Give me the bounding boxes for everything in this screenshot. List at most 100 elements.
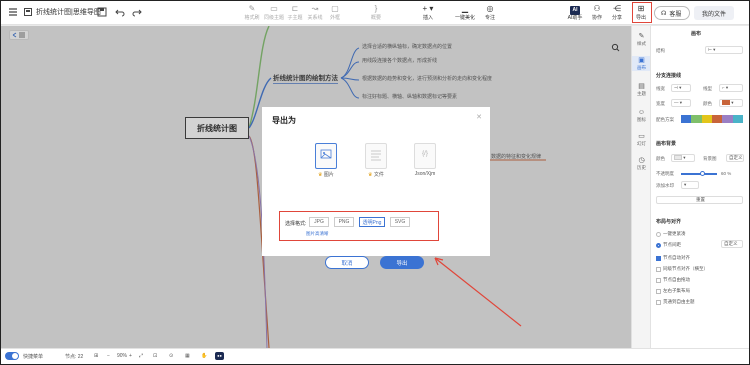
home-icon[interactable] bbox=[22, 6, 34, 18]
hd-image-link[interactable]: 图片高清晰 bbox=[306, 231, 329, 237]
layout-option-compact[interactable]: 一键更紧凑 bbox=[656, 231, 686, 237]
hand-icon[interactable]: ✋ bbox=[201, 353, 207, 359]
focus-tool[interactable]: ◎ 专注 bbox=[479, 4, 501, 21]
summary-tool[interactable]: } 概要 bbox=[365, 4, 387, 21]
bg-color-select[interactable]: ▾ bbox=[671, 154, 695, 162]
panel-header: 画布 bbox=[691, 31, 702, 37]
json-file-icon: {/} bbox=[414, 143, 436, 169]
relation-icon: ↝ bbox=[311, 4, 319, 13]
beautify-tool[interactable]: ▁ 一键美化 bbox=[453, 4, 477, 21]
watermark-label: 添加水印 bbox=[656, 183, 674, 188]
width-select[interactable]: — ▾ bbox=[671, 99, 691, 107]
format-png[interactable]: PNG bbox=[334, 217, 354, 227]
format-painter-tool[interactable]: ✎ 格式刷 bbox=[241, 4, 263, 21]
doc-title[interactable]: 折线统计图|思维导图 bbox=[36, 7, 101, 17]
opacity-slider-handle[interactable] bbox=[700, 171, 705, 176]
check-left-right-layout[interactable]: 左右子集布局 bbox=[656, 288, 690, 294]
format-transparent-png[interactable]: 透明Png bbox=[359, 217, 385, 227]
relation-line-tool[interactable]: ↝ 关系线 bbox=[304, 4, 326, 21]
watermark-toggle[interactable]: ▾ bbox=[681, 181, 699, 189]
reset-button[interactable]: 重置 bbox=[656, 196, 743, 204]
my-files-button[interactable]: 我的文件 bbox=[694, 6, 734, 20]
strip-slides[interactable]: ▭ 幻灯 bbox=[632, 132, 651, 147]
bottom-status-bar: 快捷菜单 节点: 22 ⊞ − 90% + ⤢ ⊡ ⊙ ▦ ✋ ●● bbox=[1, 348, 749, 364]
cancel-button[interactable]: 取消 bbox=[325, 256, 369, 269]
branch-style-select[interactable]: ⌐ ▾ bbox=[719, 84, 743, 92]
format-svg[interactable]: SVG bbox=[390, 217, 410, 227]
opacity-slider[interactable] bbox=[681, 173, 717, 175]
custom-bg-button[interactable]: 自定义 bbox=[726, 154, 744, 162]
export-option-json[interactable]: {/} Json/Xjm bbox=[410, 143, 440, 177]
summary-icon: } bbox=[374, 4, 378, 13]
bg-color-label: 颜色 bbox=[656, 156, 665, 161]
structure-icon: ⊢ ▾ bbox=[708, 47, 716, 52]
zoom-level[interactable]: 90% bbox=[117, 353, 127, 359]
export-option-file[interactable]: ♛ 文件 bbox=[361, 143, 391, 178]
center-icon[interactable]: ⊡ bbox=[153, 353, 157, 359]
strip-icons[interactable]: ☺ 图标 bbox=[632, 108, 651, 123]
node-count: 节点: 22 bbox=[65, 354, 84, 360]
color-swatch bbox=[722, 100, 730, 106]
shortcut-label: 快捷菜单 bbox=[23, 354, 44, 360]
scheme-label: 配色方案 bbox=[656, 117, 674, 122]
redo-icon[interactable] bbox=[131, 6, 143, 18]
tree-icon[interactable]: ⊞ bbox=[94, 353, 98, 359]
outer-frame-tool[interactable]: ▢ 外框 bbox=[324, 4, 346, 21]
map-icon[interactable]: ▦ bbox=[185, 353, 190, 359]
branch-width-select[interactable]: ⊣ ▾ bbox=[671, 84, 691, 92]
check-free-topic[interactable]: 贯通到自由主题 bbox=[656, 299, 695, 305]
sibling-icon: ▭ bbox=[270, 4, 278, 13]
share-icon: ⋲ bbox=[613, 4, 621, 13]
strip-theme[interactable]: ▤ 主题 bbox=[632, 82, 651, 97]
zoom-out-icon[interactable]: − bbox=[107, 353, 110, 359]
color-scheme-strip[interactable] bbox=[681, 115, 743, 123]
locate-icon[interactable]: ⊙ bbox=[169, 353, 173, 359]
frame-icon: ▢ bbox=[331, 4, 339, 13]
color-select[interactable]: ▾ bbox=[719, 99, 743, 107]
menu-icon[interactable] bbox=[7, 6, 19, 18]
smile-icon: ☺ bbox=[637, 109, 646, 116]
structure-select[interactable]: ⊢ ▾ bbox=[705, 46, 743, 54]
shortcut-toggle[interactable] bbox=[5, 352, 19, 360]
strip-canvas[interactable]: ▣ 画布 bbox=[632, 56, 651, 71]
assistant-bot-icon[interactable]: ●● bbox=[215, 352, 224, 360]
width-label: 宽度 bbox=[656, 101, 665, 106]
fit-screen-icon[interactable]: ⤢ bbox=[139, 353, 143, 359]
color-label: 颜色 bbox=[703, 101, 712, 106]
structure-label: 结构 bbox=[656, 48, 665, 53]
strip-history[interactable]: ◷ 历史 bbox=[632, 156, 651, 171]
export-dialog: 导出为 ✕ ♛ 图片 ♛ 文件 {/} Json/Xjm 选择格式: JPG P… bbox=[262, 107, 490, 269]
dialog-title: 导出为 bbox=[272, 116, 296, 125]
crown-icon: ♛ bbox=[318, 172, 323, 178]
document-file-icon bbox=[365, 143, 387, 169]
mindmap-canvas[interactable]: 折线统计图 折线统计图的绘制方法 选择合适的横纵轴标，确定数据点的位置 用线段连… bbox=[1, 26, 631, 348]
strip-style[interactable]: ✎ 样式 bbox=[632, 32, 651, 47]
sibling-topic-tool[interactable]: ▭ 同级主题 bbox=[263, 4, 285, 21]
subtopic-tool[interactable]: ⊏ 子主题 bbox=[284, 4, 306, 21]
layout-option-spacing[interactable]: 节点间距 bbox=[656, 242, 681, 248]
ai-assistant-button[interactable]: AI AI助手 bbox=[564, 4, 586, 21]
close-icon[interactable]: ✕ bbox=[476, 113, 482, 121]
export-option-image[interactable]: ♛ 图片 bbox=[311, 143, 341, 178]
insert-tool[interactable]: + ▾ 插入 bbox=[417, 4, 439, 21]
zoom-in-icon[interactable]: + bbox=[129, 353, 132, 359]
image-file-icon bbox=[315, 143, 337, 169]
highlight-export bbox=[632, 2, 652, 23]
save-icon[interactable] bbox=[96, 6, 108, 18]
check-auto-align[interactable]: 节点自动对齐 bbox=[656, 255, 690, 261]
format-jpg[interactable]: JPG bbox=[309, 217, 329, 227]
custom-spacing-button[interactable]: 自定义 bbox=[721, 240, 743, 248]
collab-button[interactable]: ⚇ 协作 bbox=[588, 4, 606, 21]
export-confirm-button[interactable]: 导出 bbox=[380, 256, 424, 269]
wand-icon: ▁ bbox=[461, 4, 469, 13]
subtopic-icon: ⊏ bbox=[291, 4, 299, 13]
crown-icon: ♛ bbox=[368, 172, 373, 178]
canvas-bg-section-title: 画布背景 bbox=[656, 141, 677, 147]
check-sibling-align[interactable]: 同级节点对齐（横至） bbox=[656, 266, 708, 272]
slides-icon: ▭ bbox=[638, 133, 645, 140]
client-service-button[interactable]: ☊ 客服 bbox=[654, 6, 690, 20]
check-free-drag[interactable]: 节点自由拖动 bbox=[656, 277, 690, 283]
undo-icon[interactable] bbox=[114, 6, 126, 18]
format-label: 选择格式: bbox=[285, 221, 307, 227]
share-button[interactable]: ⋲ 分享 bbox=[608, 4, 626, 21]
